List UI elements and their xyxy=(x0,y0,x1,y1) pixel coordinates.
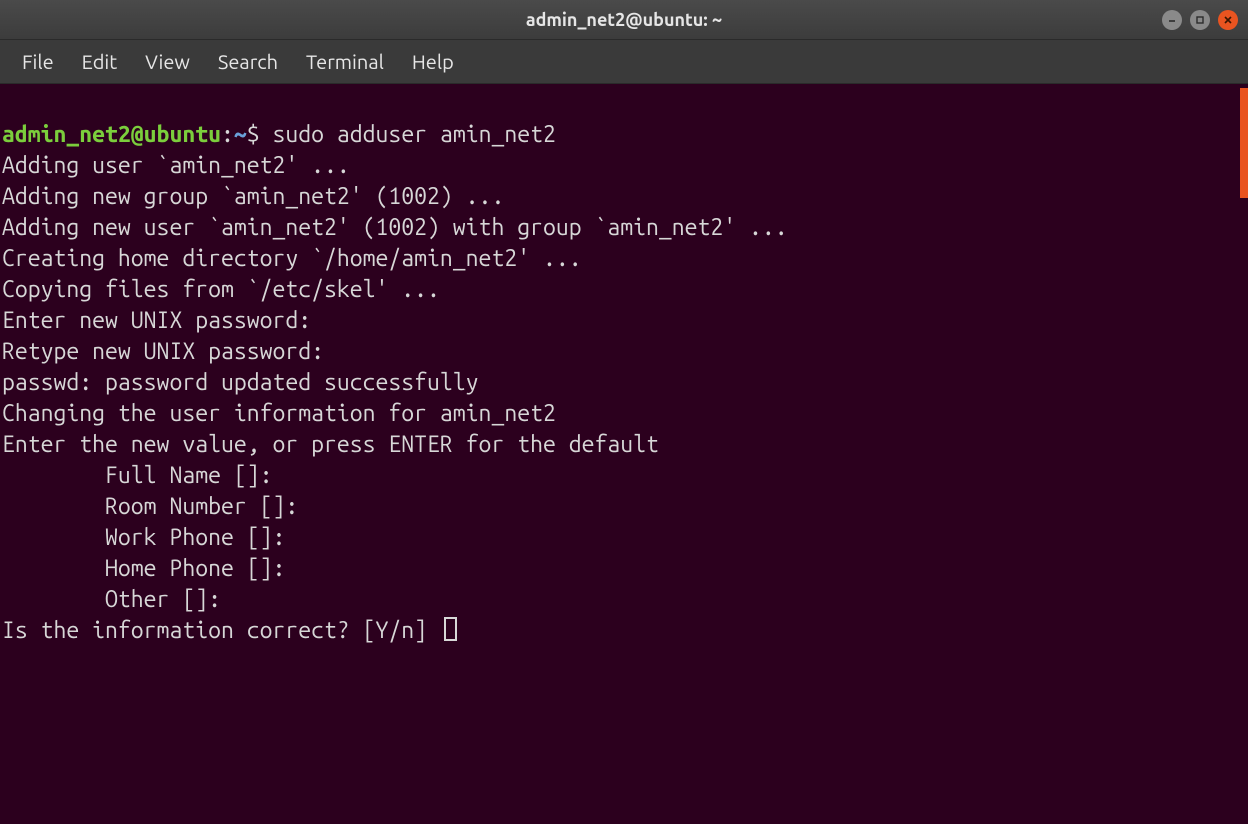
output-line: Room Number []: xyxy=(2,494,311,519)
menu-file[interactable]: File xyxy=(10,44,66,79)
output-line: Adding user `amin_net2' ... xyxy=(2,153,350,178)
output-line: Creating home directory `/home/amin_net2… xyxy=(2,246,582,271)
output-line: Adding new group `amin_net2' (1002) ... xyxy=(2,184,504,209)
cursor-icon xyxy=(444,617,457,641)
output-line: Retype new UNIX password: xyxy=(2,339,337,364)
output-line: Full Name []: xyxy=(2,463,285,488)
menu-bar: File Edit View Search Terminal Help xyxy=(0,40,1248,84)
output-line: Work Phone []: xyxy=(2,525,298,550)
prompt-sep: : xyxy=(221,122,234,147)
close-button[interactable] xyxy=(1218,10,1238,30)
output-line: Enter new UNIX password: xyxy=(2,308,324,333)
output-line: Changing the user information for amin_n… xyxy=(2,401,556,426)
prompt-dollar: $ xyxy=(247,122,273,147)
menu-edit[interactable]: Edit xyxy=(70,44,129,79)
command-text: sudo adduser amin_net2 xyxy=(273,122,556,147)
maximize-icon xyxy=(1195,15,1205,25)
menu-help[interactable]: Help xyxy=(400,44,466,79)
prompt-path: ~ xyxy=(234,122,247,147)
close-icon xyxy=(1223,15,1233,25)
menu-search[interactable]: Search xyxy=(206,44,290,79)
output-line: passwd: password updated successfully xyxy=(2,370,479,395)
window-controls xyxy=(1162,10,1238,30)
output-line: Home Phone []: xyxy=(2,556,298,581)
maximize-button[interactable] xyxy=(1190,10,1210,30)
output-line: Enter the new value, or press ENTER for … xyxy=(2,432,659,457)
menu-terminal[interactable]: Terminal xyxy=(294,44,396,79)
menu-view[interactable]: View xyxy=(133,44,202,79)
output-line: Is the information correct? [Y/n] xyxy=(2,618,440,643)
output-line: Other []: xyxy=(2,587,234,612)
output-line: Copying files from `/etc/skel' ... xyxy=(2,277,440,302)
window-titlebar: admin_net2@ubuntu: ~ xyxy=(0,0,1248,40)
minimize-icon xyxy=(1167,15,1177,25)
terminal-area[interactable]: admin_net2@ubuntu:~$ sudo adduser amin_n… xyxy=(0,84,1248,650)
window-title: admin_net2@ubuntu: ~ xyxy=(526,10,722,30)
output-line: Adding new user `amin_net2' (1002) with … xyxy=(2,215,788,240)
prompt-userhost: admin_net2@ubuntu xyxy=(2,122,221,147)
minimize-button[interactable] xyxy=(1162,10,1182,30)
scrollbar-thumb[interactable] xyxy=(1240,88,1248,198)
